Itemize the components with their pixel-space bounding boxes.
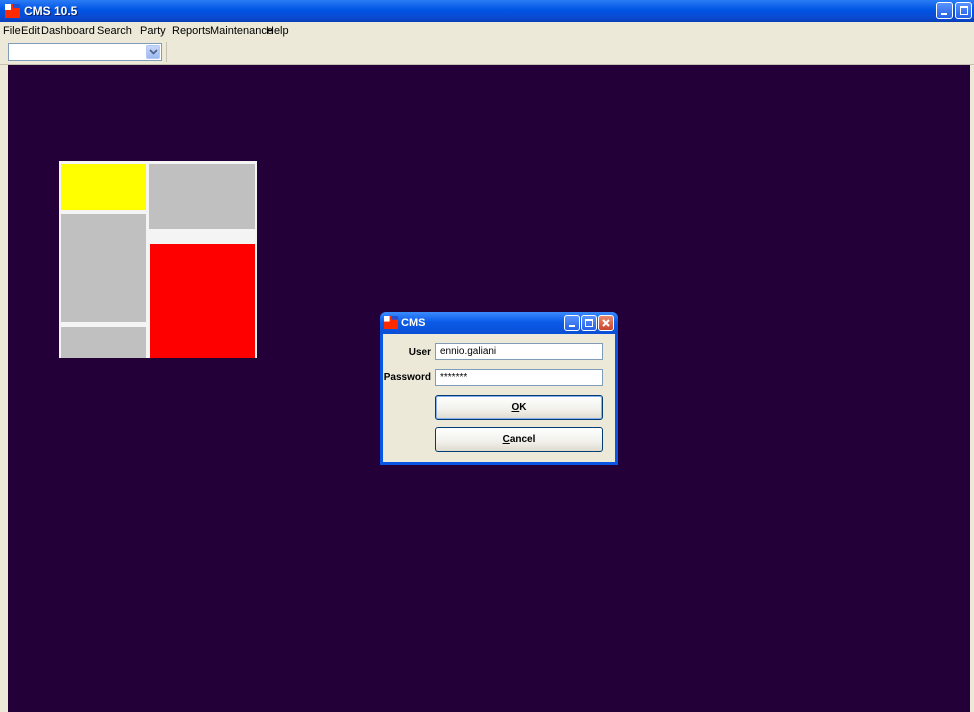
maximize-icon [585,319,593,327]
toolbar-combo-box[interactable] [8,43,162,61]
menu-search[interactable]: Search [97,25,132,37]
menu-dashboard[interactable]: Dashboard [41,25,95,37]
password-label: Password [383,372,431,383]
maximize-button[interactable] [955,2,972,19]
tile-yellow[interactable] [61,164,146,210]
maximize-icon [960,6,968,15]
title-bar[interactable]: CMS 10.5 [0,0,974,22]
minimize-icon [941,13,947,15]
cancel-mnemonic: C [502,434,510,445]
dialog-title-bar[interactable]: CMS [380,312,618,334]
tile-gray-mid-left[interactable] [61,214,146,322]
password-field[interactable] [435,369,603,386]
app-logo-icon [5,4,20,18]
dialog-minimize-button[interactable] [564,315,580,331]
menu-reports[interactable]: Reports [172,25,211,37]
close-icon [602,319,610,327]
user-label: User [408,347,431,358]
toolbar-divider [166,42,167,62]
login-dialog: CMS User Password OK Can [380,312,618,465]
combo-dropdown-button[interactable] [146,45,160,59]
dialog-maximize-button[interactable] [581,315,597,331]
tile-gray-top-right[interactable] [149,164,255,229]
menu-maintenance[interactable]: Maintenance [210,25,273,37]
ok-button[interactable]: OK [435,395,603,420]
menu-help[interactable]: Help [266,25,289,37]
minimize-button[interactable] [936,2,953,19]
menu-file[interactable]: File [3,25,21,37]
dialog-body: User Password OK Cancel [383,334,615,462]
application-window: CMS 10.5 File Edit Dashboard Search Part… [0,0,974,712]
dialog-close-button[interactable] [598,315,614,331]
dialog-title: CMS [401,317,426,329]
minimize-icon [569,325,575,327]
tile-gray-bottom-left[interactable] [61,327,146,358]
menu-edit[interactable]: Edit [21,25,40,37]
treemap-chart [59,161,257,358]
user-field[interactable] [435,343,603,360]
cancel-label: ancel [509,434,536,445]
tile-red[interactable] [150,244,255,358]
app-logo-icon [384,316,398,329]
menu-party[interactable]: Party [140,25,166,37]
chevron-down-icon [149,49,158,55]
cancel-button[interactable]: Cancel [435,427,603,452]
ok-label: K [519,402,527,413]
menu-bar: File Edit Dashboard Search Party Reports… [0,22,974,40]
app-title: CMS 10.5 [24,4,78,18]
